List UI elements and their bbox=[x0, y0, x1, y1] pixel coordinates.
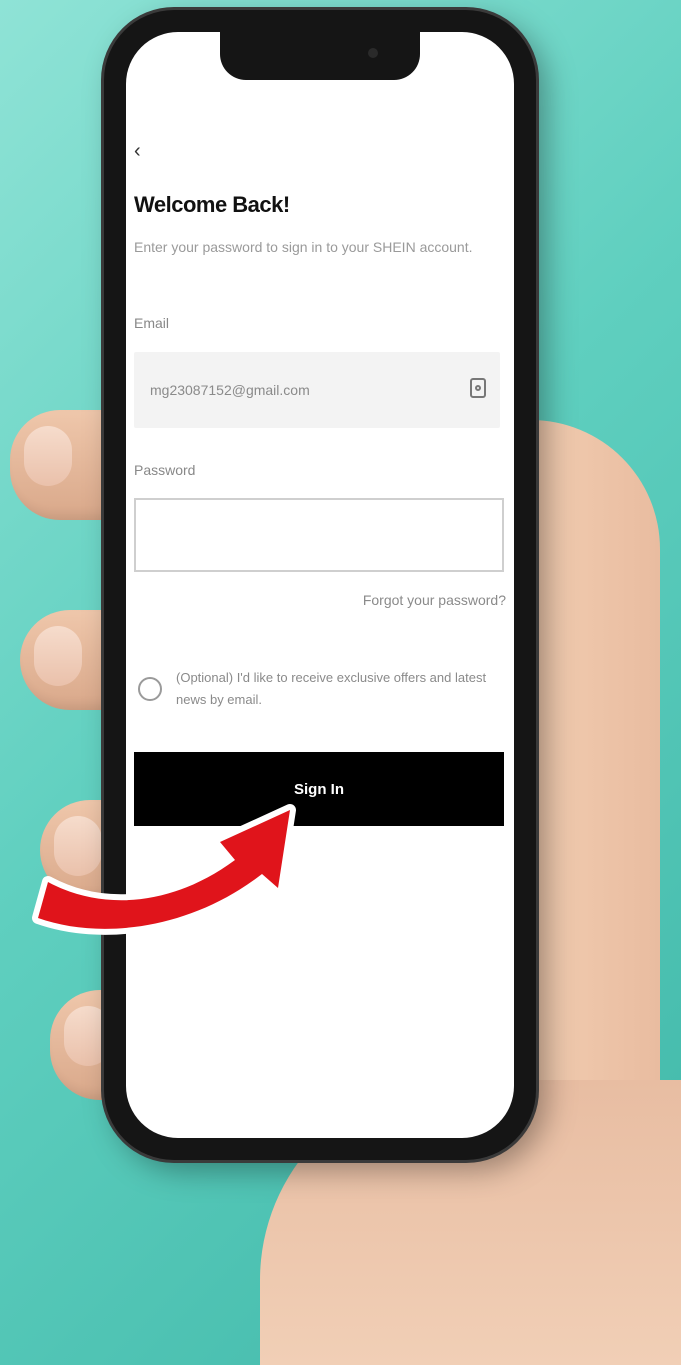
phone-notch bbox=[220, 32, 420, 80]
optin-checkbox[interactable] bbox=[138, 677, 162, 701]
password-field[interactable] bbox=[134, 498, 504, 572]
curved-red-arrow-icon bbox=[32, 804, 296, 935]
email-label: Email bbox=[134, 315, 170, 331]
optin-label: (Optional) I'd like to receive exclusive… bbox=[176, 670, 487, 707]
camera-dot bbox=[368, 48, 378, 58]
page-subtitle: Enter your password to sign in to your S… bbox=[134, 239, 473, 255]
page-title: Welcome Back! bbox=[134, 192, 290, 217]
phone-screen: ‹ Welcome Back! Enter your password to s… bbox=[126, 32, 514, 1138]
forgot-password-link[interactable]: Forgot your password? bbox=[363, 592, 506, 608]
back-arrow-icon[interactable]: ‹ bbox=[134, 140, 156, 162]
phone: ‹ Welcome Back! Enter your password to s… bbox=[104, 10, 536, 1160]
contact-card-icon bbox=[470, 378, 486, 398]
password-label: Password bbox=[134, 462, 196, 478]
email-value: mg23087152@gmail.com bbox=[150, 382, 310, 398]
email-field[interactable]: mg23087152@gmail.com bbox=[134, 352, 500, 428]
